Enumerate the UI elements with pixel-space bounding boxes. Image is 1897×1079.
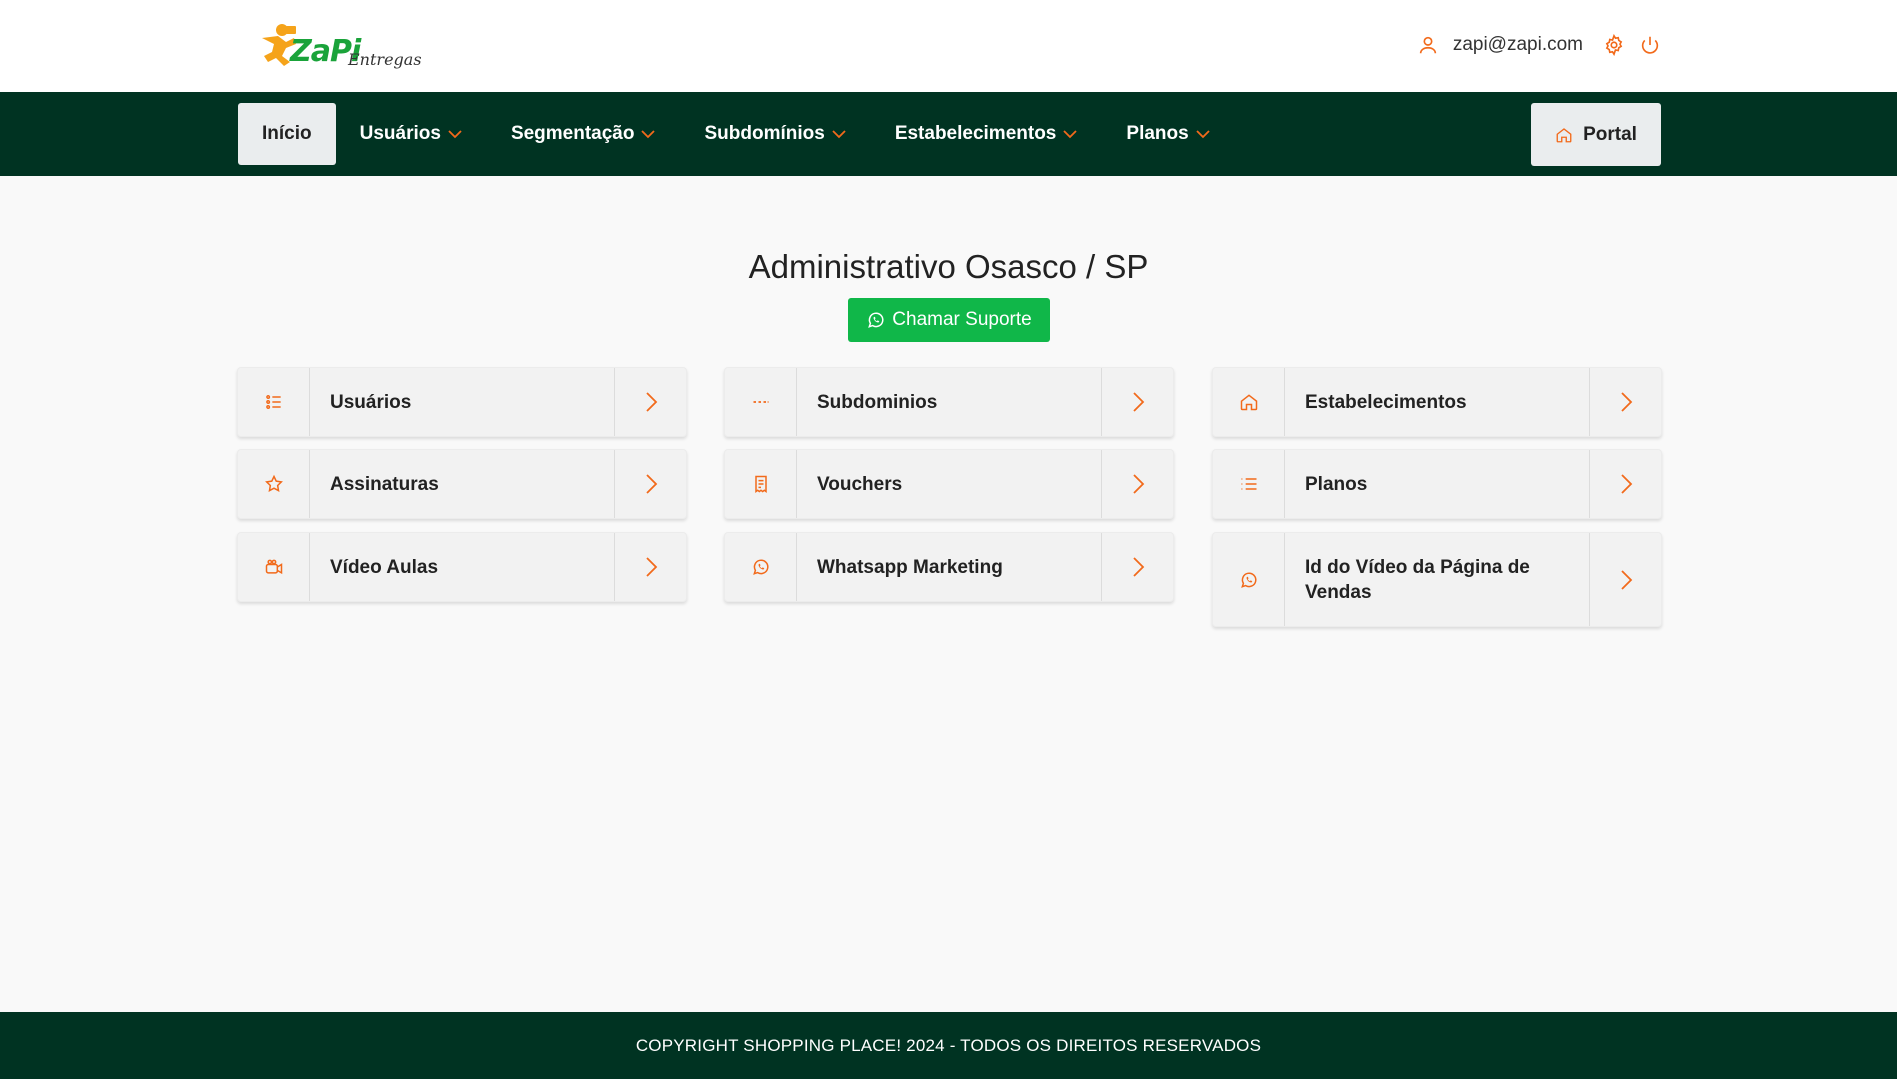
card-arrow (1589, 533, 1661, 626)
chevron-down-icon (832, 130, 846, 139)
user-email[interactable]: zapi@zapi.com (1453, 34, 1583, 56)
card-planos[interactable]: Planos (1212, 449, 1662, 519)
list-icon (265, 395, 281, 409)
card-label: Vídeo Aulas (330, 556, 439, 578)
page-title: Administrativo Osasco / SP (748, 248, 1149, 285)
card-assinaturas[interactable]: Assinaturas (237, 449, 687, 519)
nav-item-segmentacao[interactable]: Segmentação (487, 103, 681, 165)
card-icon-cell (1213, 450, 1285, 518)
copyright-text: COPYRIGHT SHOPPING PLACE! 2024 - TODOS O… (635, 1035, 1262, 1055)
card-usuarios[interactable]: Usuários (237, 367, 687, 437)
nav-label: Usuários (359, 123, 441, 144)
card-icon-cell (725, 368, 797, 436)
chevron-right-icon (1132, 392, 1144, 412)
gear-icon[interactable] (1603, 34, 1625, 56)
chevron-right-icon (1620, 569, 1632, 590)
home-icon (1240, 394, 1257, 411)
chevron-down-icon (641, 130, 656, 139)
whatsapp-icon (752, 559, 768, 575)
whatsapp-icon (1240, 572, 1256, 588)
nav-label: Planos (1126, 123, 1189, 144)
support-button[interactable]: Chamar Suporte (848, 298, 1050, 342)
nav-item-subdominios[interactable]: Subdomínios (680, 103, 870, 165)
brand-logo[interactable]: ZaPi Entregas (256, 22, 426, 72)
main-navbar: Início Usuários Segmentação Subdomínios … (0, 92, 1897, 176)
chevron-down-icon (1196, 130, 1210, 139)
nav-label: Estabelecimentos (894, 123, 1057, 144)
power-icon[interactable] (1639, 34, 1661, 56)
nav-item-inicio[interactable]: Início (238, 103, 336, 165)
card-vouchers[interactable]: Vouchers (724, 449, 1174, 519)
portal-button[interactable]: Portal (1531, 103, 1661, 166)
chevron-down-icon (448, 130, 462, 139)
chevron-right-icon (1620, 474, 1632, 494)
card-label: Subdominios (817, 391, 938, 413)
logo-subtext: Entregas (348, 50, 422, 69)
chevron-right-icon (1620, 392, 1632, 412)
nav-item-usuarios[interactable]: Usuários (336, 103, 487, 165)
card-subdominios[interactable]: Subdominios (724, 367, 1174, 437)
portal-label: Portal (1583, 123, 1637, 145)
card-estabelecimentos[interactable]: Estabelecimentos (1212, 367, 1662, 437)
card-icon-cell (238, 533, 310, 601)
card-id-video-vendas[interactable]: Id do Vídeo da Página de Vendas (1212, 532, 1662, 627)
star-icon (264, 474, 283, 492)
card-label: Whatsapp Marketing (817, 556, 1003, 578)
list-lines-icon (1241, 478, 1256, 490)
card-video-aulas[interactable]: Vídeo Aulas (237, 532, 687, 602)
dashes-icon (753, 401, 768, 403)
card-arrow (1589, 450, 1661, 518)
home-icon (1556, 127, 1572, 142)
nav-item-planos[interactable]: Planos (1102, 103, 1234, 165)
card-whatsapp-marketing[interactable]: Whatsapp Marketing (724, 532, 1174, 602)
card-label: Id do Vídeo da Página de Vendas (1305, 556, 1530, 603)
card-arrow (614, 368, 686, 436)
chevron-right-icon (645, 474, 657, 494)
card-icon-cell (238, 450, 310, 518)
card-arrow (1589, 368, 1661, 436)
card-arrow (614, 533, 686, 601)
chevron-right-icon (1132, 557, 1144, 577)
camera-icon (265, 559, 282, 575)
card-label: Assinaturas (330, 473, 439, 495)
card-icon-cell (725, 450, 797, 518)
card-icon-cell (725, 533, 797, 601)
user-icon (1417, 34, 1439, 56)
card-arrow (614, 450, 686, 518)
card-icon-cell (1213, 368, 1285, 436)
chevron-right-icon (645, 557, 657, 577)
card-label: Estabelecimentos (1305, 391, 1467, 413)
card-arrow (1101, 368, 1173, 436)
nav-label: Subdomínios (704, 123, 825, 144)
whatsapp-icon (868, 312, 884, 328)
card-icon-cell (1213, 533, 1285, 626)
card-icon-cell (238, 368, 310, 436)
user-area: zapi@zapi.com (1417, 34, 1661, 56)
nav-item-estabelecimentos[interactable]: Estabelecimentos (871, 103, 1103, 165)
nav-items: Início Usuários Segmentação Subdomínios … (238, 103, 1235, 165)
chevron-right-icon (1132, 474, 1144, 494)
footer: COPYRIGHT SHOPPING PLACE! 2024 - TODOS O… (0, 1012, 1897, 1079)
nav-label: Segmentação (510, 123, 635, 144)
chevron-right-icon (645, 392, 657, 412)
card-label: Usuários (330, 391, 412, 413)
receipt-icon (754, 475, 767, 493)
top-header: ZaPi Entregas zapi@zapi.com (0, 0, 1897, 92)
nav-label: Início (262, 123, 312, 144)
card-arrow (1101, 450, 1173, 518)
card-arrow (1101, 533, 1173, 601)
card-label: Vouchers (817, 473, 903, 495)
card-label: Planos (1305, 473, 1368, 495)
chevron-down-icon (1063, 130, 1078, 139)
support-label: Chamar Suporte (892, 309, 1032, 330)
